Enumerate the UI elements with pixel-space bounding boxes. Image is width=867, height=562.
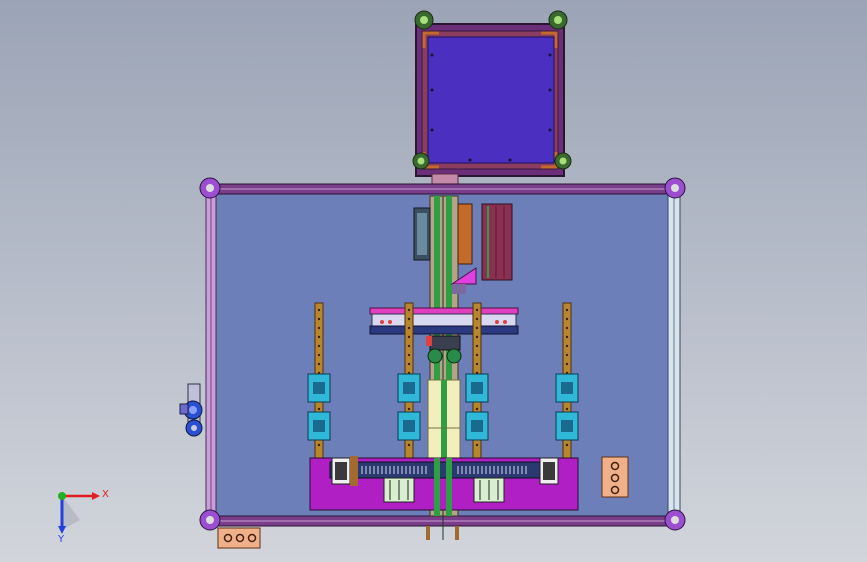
rail-hole	[565, 335, 569, 339]
rail-hole	[407, 335, 411, 339]
rail-hole	[317, 407, 321, 411]
bearing-block-core	[403, 420, 415, 432]
connector-plate-bottom[interactable]	[217, 527, 261, 549]
rail-hole	[475, 317, 479, 321]
rail-hole	[317, 344, 321, 348]
rail-hole	[475, 344, 479, 348]
rail-hole	[317, 362, 321, 366]
rail-hole	[565, 326, 569, 330]
rail-hole	[407, 443, 411, 447]
rail-hole	[407, 317, 411, 321]
cad-viewport[interactable]: X Y	[0, 0, 867, 562]
rail-hole	[475, 443, 479, 447]
base-carriage	[329, 461, 559, 479]
shaft-lower-left	[434, 458, 440, 516]
rail-hole	[565, 308, 569, 312]
rail-hole	[407, 308, 411, 312]
rail-hole	[565, 353, 569, 357]
bearing-block-core	[313, 382, 325, 394]
bearing-block-core	[561, 420, 573, 432]
rail-hole	[317, 308, 321, 312]
rail-hole	[407, 326, 411, 330]
rail-hole	[475, 335, 479, 339]
bearing-block-core	[471, 420, 483, 432]
triad-y-label: Y	[57, 534, 65, 545]
rail-hole	[565, 362, 569, 366]
rail-hole	[407, 362, 411, 366]
connector-plate-right[interactable]	[601, 456, 629, 498]
rail-hole	[317, 335, 321, 339]
rail-hole	[475, 308, 479, 312]
rail-hole	[475, 326, 479, 330]
rail-hole	[475, 362, 479, 366]
side-motor[interactable]	[179, 383, 203, 437]
rail-hole	[407, 353, 411, 357]
rail-hole	[317, 326, 321, 330]
rail-hole	[317, 353, 321, 357]
rail-hole	[407, 407, 411, 411]
rail-hole	[565, 407, 569, 411]
rail-hole	[317, 317, 321, 321]
rail-hole	[475, 407, 479, 411]
triad-x-label: X	[102, 489, 109, 500]
rail-hole	[407, 344, 411, 348]
coordinate-triad-icon[interactable]: X Y	[57, 489, 109, 545]
bearing-block-core	[561, 382, 573, 394]
top-module-panel	[427, 36, 555, 164]
gear-icon	[427, 348, 443, 364]
shaft-lower-right	[446, 458, 452, 516]
top-module[interactable]	[412, 10, 572, 185]
gear-icon	[446, 348, 462, 364]
rail-hole	[565, 443, 569, 447]
bearing-block-core	[403, 382, 415, 394]
bearing-block-core	[313, 420, 325, 432]
rail-hole	[475, 353, 479, 357]
base-unit[interactable]	[309, 456, 579, 511]
bearing-block-core	[471, 382, 483, 394]
rail-hole	[565, 344, 569, 348]
top-module-neck	[431, 173, 459, 185]
rail-hole	[565, 317, 569, 321]
rail-hole	[317, 443, 321, 447]
center-rod-block	[427, 379, 461, 459]
